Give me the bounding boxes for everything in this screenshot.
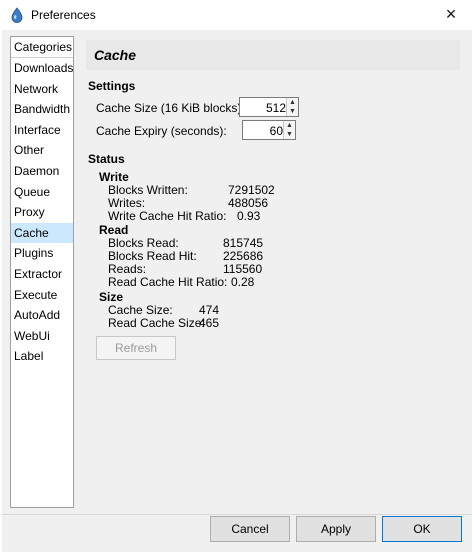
blocks-read-label: Blocks Read: <box>108 236 179 250</box>
category-item-plugins[interactable]: Plugins <box>11 243 73 264</box>
apply-button[interactable]: Apply <box>296 516 376 542</box>
category-item-webui[interactable]: WebUi <box>11 326 73 347</box>
writes-value: 488056 <box>228 196 269 210</box>
panel-title: Cache <box>94 47 137 63</box>
cache-size-input[interactable] <box>242 100 288 116</box>
categories-list[interactable]: Categories Downloads Network Bandwidth Inte… <box>10 36 74 508</box>
blocks-read-hit-value: 225686 <box>223 249 264 263</box>
categories-header[interactable]: Categories <box>11 37 73 58</box>
category-item-extractor[interactable]: Extractor <box>11 264 73 285</box>
cache-expiry-arrows[interactable]: ▲ ▼ <box>283 121 295 139</box>
blocks-read-value: 815745 <box>223 236 264 250</box>
categories-items: Downloads Network Bandwidth Interface Other D… <box>11 58 73 367</box>
cache-expiry-label: Cache Expiry (seconds): <box>96 124 227 138</box>
spin-up-icon[interactable]: ▲ <box>287 98 298 107</box>
title-bar: Preferences × <box>0 0 474 30</box>
category-item-queue[interactable]: Queue <box>11 182 73 203</box>
reads-label: Reads: <box>108 262 147 276</box>
cache-size-label: Cache Size (16 KiB blocks): <box>96 101 245 115</box>
spin-down-icon[interactable]: ▼ <box>284 130 295 139</box>
category-item-cache[interactable]: Cache <box>11 222 73 244</box>
cache-expiry-spinner[interactable]: ▲ ▼ <box>242 120 296 140</box>
read-hit-ratio-label: Read Cache Hit Ratio: <box>108 275 228 289</box>
read-hit-ratio-value: 0.28 <box>231 275 255 289</box>
write-heading: Write <box>99 170 129 184</box>
category-item-interface[interactable]: Interface <box>11 120 73 141</box>
cache-size-arrows[interactable]: ▲ ▼ <box>286 98 298 116</box>
write-hit-ratio-value: 0.93 <box>237 209 261 223</box>
window-title: Preferences <box>31 8 96 22</box>
settings-heading: Settings <box>88 79 136 93</box>
cache-size-stat-value: 474 <box>199 303 220 317</box>
close-button[interactable]: × <box>428 0 474 30</box>
category-item-execute[interactable]: Execute <box>11 285 73 306</box>
read-cache-size-label: Read Cache Size: <box>108 316 205 330</box>
category-item-daemon[interactable]: Daemon <box>11 161 73 182</box>
category-item-downloads[interactable]: Downloads <box>11 58 73 79</box>
cache-size-stat-label: Cache Size: <box>108 303 173 317</box>
category-item-autoadd[interactable]: AutoAdd <box>11 305 73 326</box>
spin-up-icon[interactable]: ▲ <box>284 121 295 130</box>
app-drop-icon <box>11 7 23 23</box>
category-item-other[interactable]: Other <box>11 140 73 161</box>
category-item-label[interactable]: Label <box>11 346 73 367</box>
write-hit-ratio-label: Write Cache Hit Ratio: <box>108 209 227 223</box>
blocks-read-hit-label: Blocks Read Hit: <box>108 249 197 263</box>
writes-label: Writes: <box>108 196 146 210</box>
close-icon: × <box>445 4 457 24</box>
panel-title-bar: Cache <box>86 40 460 70</box>
cache-panel: Cache Settings Cache Size (16 KiB blocks… <box>82 36 464 508</box>
cache-expiry-input[interactable] <box>245 123 285 139</box>
blocks-written-label: Blocks Written: <box>108 183 188 197</box>
read-heading: Read <box>99 223 129 237</box>
size-heading: Size <box>99 290 124 304</box>
read-cache-size-value: 465 <box>199 316 220 330</box>
blocks-written-value: 7291502 <box>228 183 275 197</box>
spin-down-icon[interactable]: ▼ <box>287 107 298 116</box>
refresh-button[interactable]: Refresh <box>96 336 176 360</box>
cancel-button[interactable]: Cancel <box>210 516 290 542</box>
cache-size-spinner[interactable]: ▲ ▼ <box>239 97 299 117</box>
category-item-proxy[interactable]: Proxy <box>11 202 73 223</box>
category-item-network[interactable]: Network <box>11 79 73 100</box>
button-bar-separator <box>2 514 472 515</box>
ok-button[interactable]: OK <box>382 516 462 542</box>
preferences-client: Categories Downloads Network Bandwidth Inte… <box>2 30 472 552</box>
reads-value: 115560 <box>223 262 263 276</box>
category-item-bandwidth[interactable]: Bandwidth <box>11 99 73 120</box>
status-heading: Status <box>88 152 125 166</box>
